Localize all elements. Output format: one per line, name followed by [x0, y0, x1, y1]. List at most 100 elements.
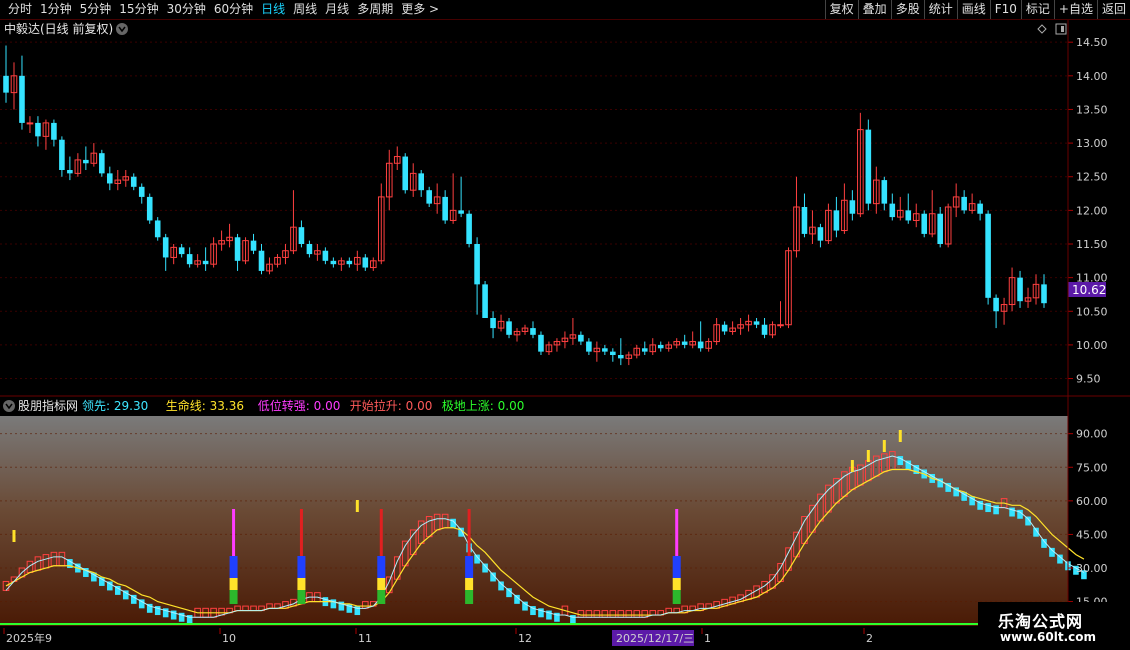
- candle-body: [322, 250, 329, 261]
- action-button-8[interactable]: 返回: [1096, 0, 1130, 19]
- signal-block: [465, 556, 474, 578]
- watermark: 乐淘公式网 www.60lt.com: [978, 602, 1130, 650]
- indicator-tick-label: 45.00: [1076, 528, 1108, 541]
- signal-block: [465, 578, 474, 590]
- period-toolbar: 分时 1分钟 5分钟 15分钟 30分钟 60分钟 日线 周线 月线 多周期 更多 > 复权 叠加 多股…: [0, 0, 1130, 20]
- period-tab-6[interactable]: 日线: [257, 1, 289, 18]
- title-dropdown-icon[interactable]: [116, 23, 128, 35]
- candle-body: [418, 173, 424, 191]
- signal-block: [297, 556, 306, 578]
- action-button-4[interactable]: 画线: [956, 0, 990, 19]
- action-buttons: 复权 叠加 多股 统计 画线 F10 标记 +自选 返回: [824, 0, 1130, 19]
- action-button-7[interactable]: +自选: [1053, 0, 1097, 19]
- date-label-0: 2025年9: [6, 631, 52, 645]
- candle-body: [578, 334, 584, 342]
- signal-spike: [850, 460, 854, 472]
- price-tick-label: 12.00: [1076, 204, 1108, 217]
- signal-block: [229, 590, 238, 604]
- indicator-tick-label: 90.00: [1076, 428, 1108, 441]
- action-button-6[interactable]: 标记: [1020, 0, 1054, 19]
- candle-body: [905, 210, 912, 221]
- date-label-3: 12: [518, 632, 532, 645]
- candle-body: [298, 227, 305, 244]
- period-tab-5[interactable]: 60分钟: [210, 1, 257, 18]
- candle-body: [817, 227, 824, 241]
- candle-body: [697, 341, 704, 349]
- period-tab-9[interactable]: 多周期: [353, 1, 397, 18]
- signal-block: [297, 590, 306, 604]
- price-tick-label: 10.50: [1076, 305, 1108, 318]
- candle-body: [202, 260, 209, 265]
- action-button-3[interactable]: 统计: [923, 0, 957, 19]
- signal-spike: [12, 530, 16, 542]
- watermark-title: 乐淘公式网: [998, 612, 1084, 631]
- indicator-tick-label: 75.00: [1076, 461, 1108, 474]
- candle-body: [258, 250, 265, 271]
- candle-body: [346, 260, 353, 265]
- signal-block: [377, 578, 386, 590]
- candle-body: [154, 220, 161, 238]
- signal-spike: [355, 500, 359, 512]
- period-tab-1[interactable]: 1分钟: [36, 1, 76, 18]
- candle-body: [641, 348, 648, 352]
- period-tab-7[interactable]: 周线: [289, 1, 321, 18]
- indicator-panel: [0, 416, 1068, 626]
- period-tab-0[interactable]: 分时: [4, 1, 36, 18]
- period-tab-2[interactable]: 5分钟: [76, 1, 116, 18]
- indicator-tick-label: 60.00: [1076, 495, 1108, 508]
- candle-body: [985, 213, 991, 298]
- candle-body: [138, 186, 145, 197]
- candle-body: [618, 355, 624, 359]
- candle-body: [777, 324, 784, 327]
- watermark-url: www.60lt.com: [1000, 630, 1097, 644]
- action-button-5[interactable]: F10: [989, 0, 1021, 19]
- candle-body: [881, 180, 888, 204]
- candle-body: [442, 196, 448, 221]
- price-tick-label: 13.00: [1076, 137, 1108, 150]
- candle-body: [26, 122, 34, 125]
- diamond-icon[interactable]: [1037, 24, 1047, 34]
- candle-body: [466, 213, 472, 244]
- signal-block: [229, 556, 238, 578]
- period-tab-3[interactable]: 15分钟: [115, 1, 162, 18]
- candle-body: [921, 213, 928, 234]
- indicator-header: 股朋指标网 领先: 29.30 生命线: 33.36 低位转强: 0.00 开始拉升:…: [0, 397, 1130, 415]
- signal-spike: [898, 430, 902, 442]
- signal-block: [297, 578, 306, 590]
- candle-body: [3, 75, 9, 93]
- period-tab-10[interactable]: 更多 >: [397, 1, 443, 18]
- candle-body: [961, 196, 967, 211]
- candle-body: [1017, 277, 1023, 302]
- indicator-dropdown-icon[interactable]: [3, 400, 15, 412]
- signal-block: [377, 590, 386, 604]
- candle-body: [993, 297, 999, 312]
- legend-item-0: 领先: 29.30: [82, 399, 148, 413]
- candle-body: [458, 210, 464, 214]
- candle-body: [506, 321, 512, 335]
- legend-item-4: 极地上涨: 0.00: [442, 398, 525, 413]
- candle-body: [753, 321, 760, 325]
- period-tabs: 分时 1分钟 5分钟 15分钟 30分钟 60分钟 日线 周线 月线 多周期 更多 >: [4, 1, 443, 18]
- price-tick-label: 11.50: [1076, 238, 1108, 251]
- candle-body: [801, 207, 808, 234]
- date-label-5: 2: [866, 632, 873, 645]
- period-tab-8[interactable]: 月线: [321, 1, 353, 18]
- action-button-0[interactable]: 复权: [824, 0, 858, 19]
- candle-body: [35, 122, 41, 137]
- action-button-2[interactable]: 多股: [890, 0, 924, 19]
- indicator-axis: 90.0075.0060.0045.0030.0015.00: [1068, 428, 1108, 609]
- candle-body: [107, 173, 113, 184]
- indicator-background: [0, 416, 1068, 626]
- signal-block: [672, 590, 681, 604]
- action-button-1[interactable]: 叠加: [857, 0, 891, 19]
- candle-body: [937, 213, 943, 244]
- date-axis: 2025年9 10 11 12 1 22025/12/17/三: [0, 628, 1130, 650]
- period-tab-4[interactable]: 30分钟: [163, 1, 210, 18]
- price-panel-header: 中毅达(日线 前复权): [4, 21, 1067, 36]
- indicator-bar: [522, 601, 528, 611]
- price-tick-label: 12.50: [1076, 171, 1108, 184]
- candle-body: [721, 324, 728, 332]
- date-label-4: 1: [704, 632, 711, 645]
- signal-block: [672, 578, 681, 590]
- legend-item-1: 生命线: 33.36: [166, 398, 244, 413]
